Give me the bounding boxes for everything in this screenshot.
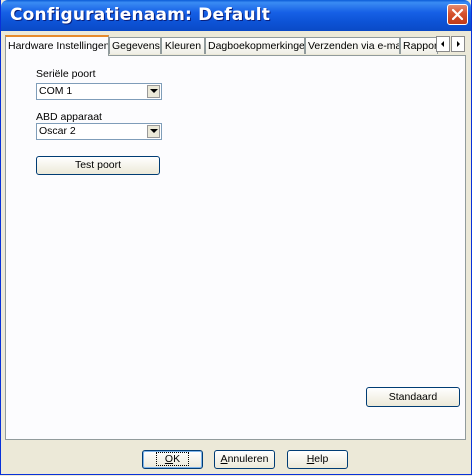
tab-verzenden-via-email[interactable]: Verzenden via e-mail: [305, 37, 400, 54]
serial-port-label: Seriële poort: [36, 68, 96, 80]
serial-port-value: COM 1: [39, 85, 73, 97]
tab-dagboekopmerkingen[interactable]: Dagboekopmerkingen: [205, 37, 305, 54]
abd-device-label: ABD apparaat: [36, 111, 102, 123]
tab-rapport[interactable]: Rapport: [400, 37, 438, 54]
abd-device-select[interactable]: Oscar 2: [36, 123, 162, 140]
abd-device-value: Oscar 2: [39, 125, 76, 137]
tab-strip: Hardware Instellingen Gegevens Kleuren D…: [5, 35, 467, 56]
cancel-label: nnuleren: [227, 453, 269, 465]
ok-button[interactable]: OK: [142, 450, 203, 469]
serial-port-dropdown-button[interactable]: [147, 85, 160, 98]
ok-button-label: OK: [155, 452, 190, 466]
help-button[interactable]: Help: [287, 450, 348, 469]
tab-kleuren[interactable]: Kleuren: [161, 37, 205, 54]
title-bar[interactable]: Configuratienaam: Default: [1, 0, 471, 31]
tab-scroll-left-button[interactable]: [436, 36, 450, 52]
config-dialog: Configuratienaam: Default Hardware Inste…: [0, 0, 472, 475]
tab-panel-hardware: Seriële poort COM 1 ABD apparaat Oscar 2…: [5, 55, 466, 440]
triangle-right-icon: [457, 41, 460, 47]
tab-scroller: [436, 36, 466, 53]
default-button[interactable]: Standaard: [366, 387, 460, 407]
serial-port-select[interactable]: COM 1: [36, 83, 162, 100]
help-label: elp: [314, 453, 329, 465]
cancel-button[interactable]: Annuleren: [214, 450, 275, 469]
close-button[interactable]: [447, 4, 468, 25]
tab-gegevens[interactable]: Gegevens: [109, 37, 161, 54]
close-icon: [451, 8, 464, 21]
cancel-mnemonic: A: [220, 453, 228, 465]
tab-hardware-instellingen[interactable]: Hardware Instellingen: [5, 35, 109, 56]
triangle-left-icon: [441, 41, 444, 47]
chevron-down-icon: [150, 89, 158, 93]
tab-scroll-right-button[interactable]: [451, 36, 465, 52]
chevron-down-icon: [150, 129, 158, 133]
abd-device-dropdown-button[interactable]: [147, 125, 160, 138]
test-port-button[interactable]: Test poort: [36, 156, 160, 175]
window-title: Configuratienaam: Default: [10, 5, 271, 25]
